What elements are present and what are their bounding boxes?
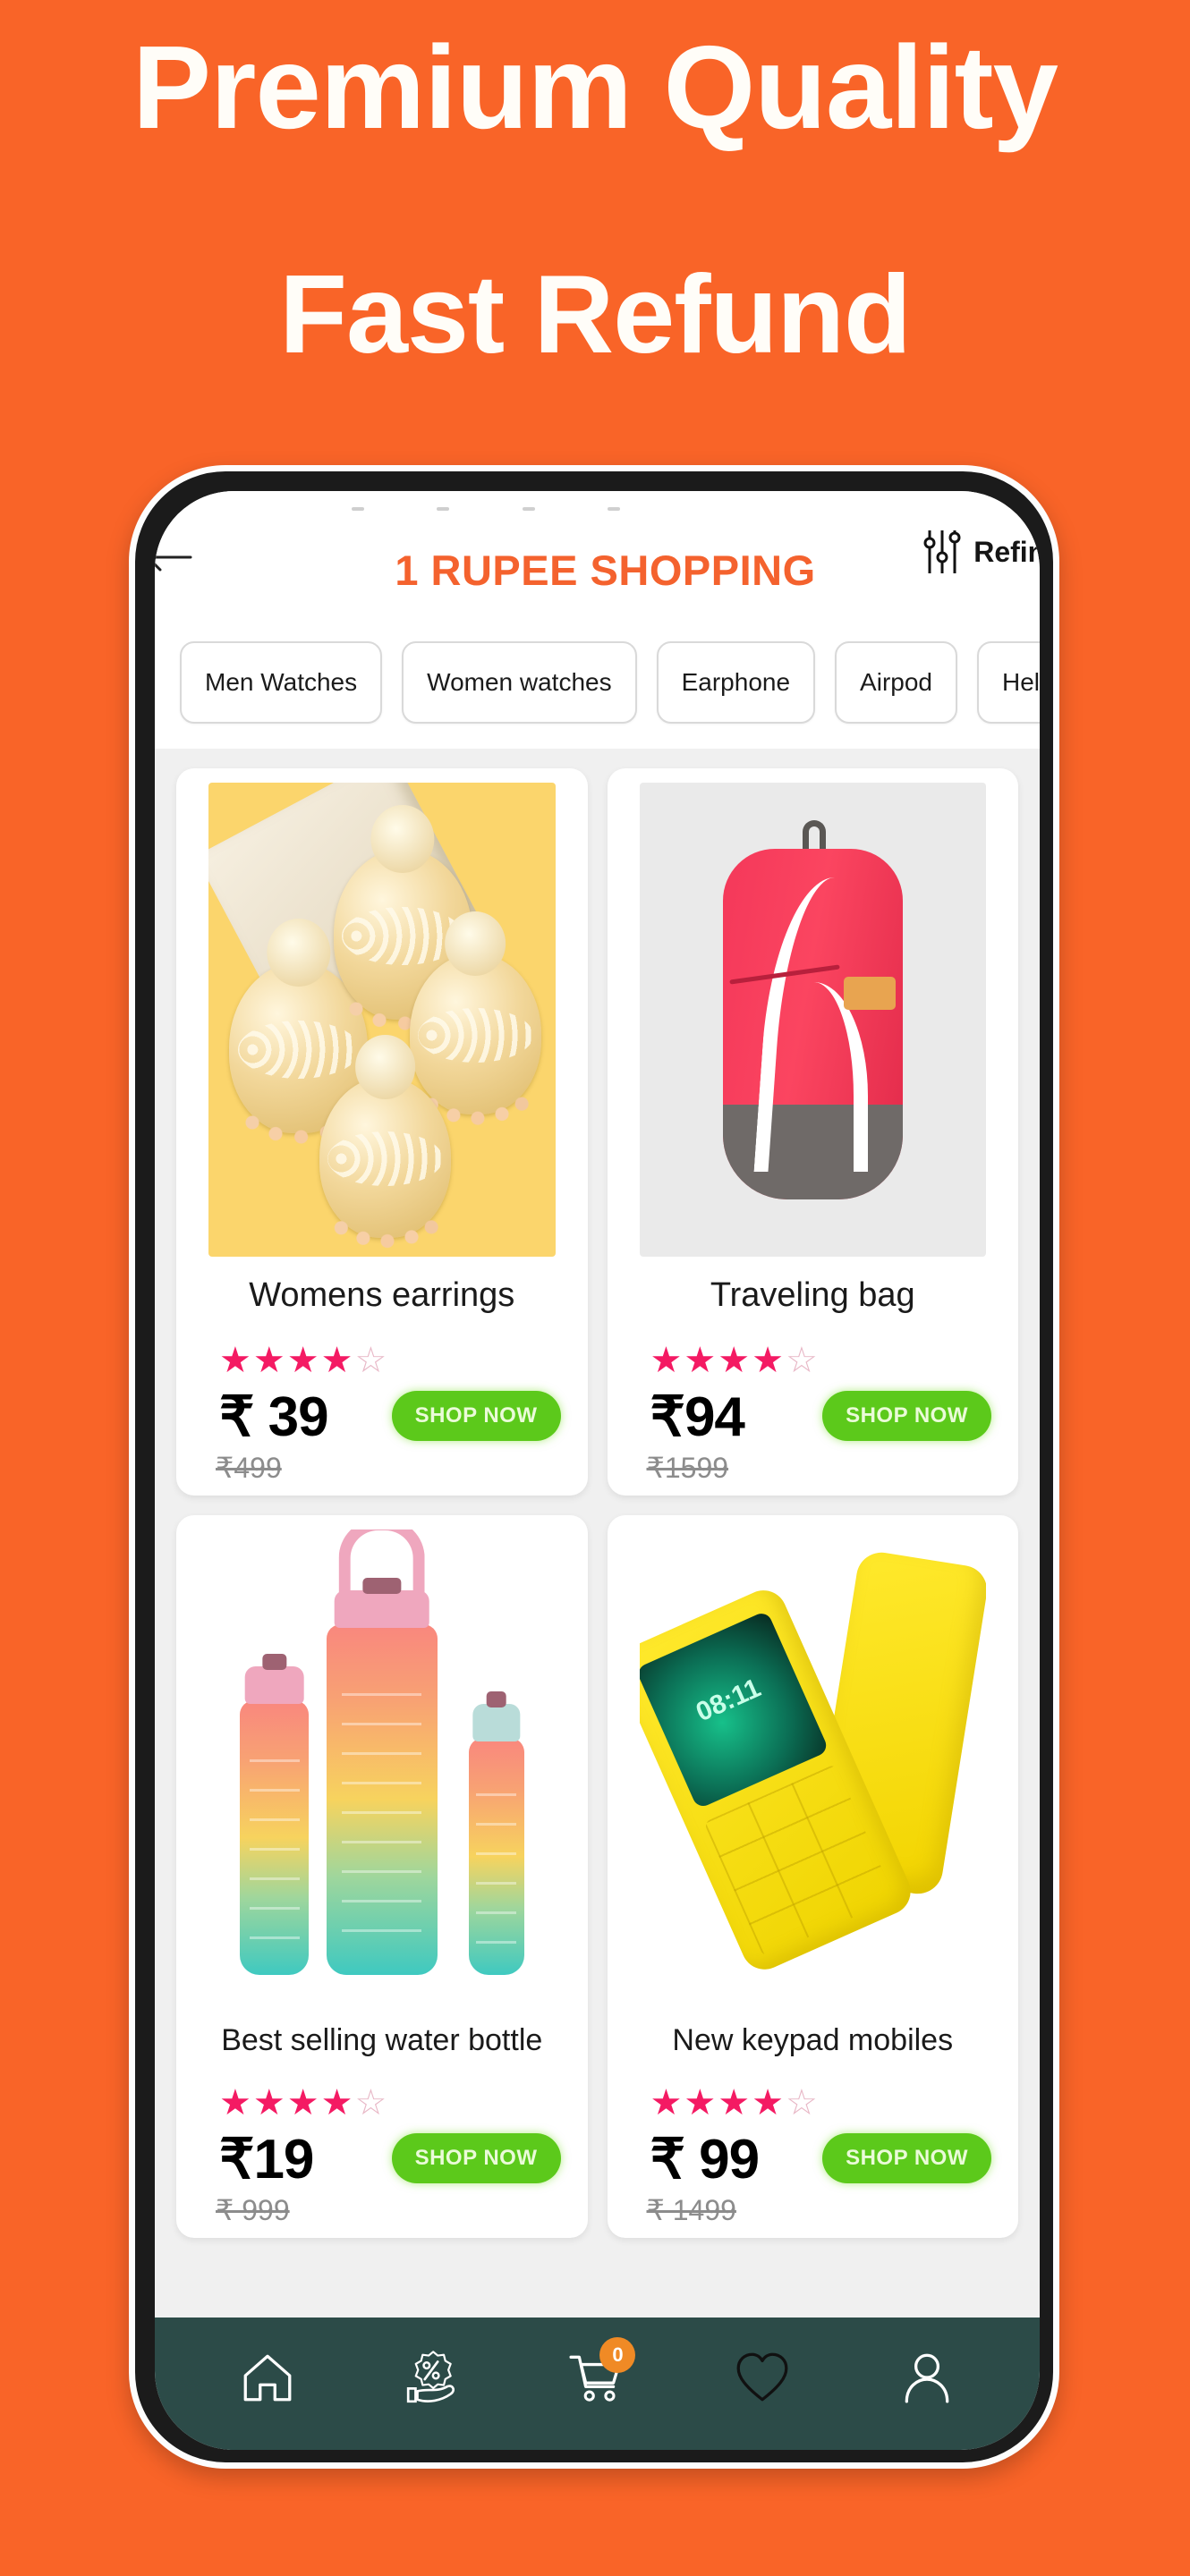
nav-item-home[interactable] (229, 2339, 306, 2416)
cart-badge-count: 0 (599, 2337, 636, 2373)
status-dot (522, 507, 535, 511)
nav-item-cart[interactable]: 0 (558, 2337, 636, 2416)
product-price: ₹ 39 (219, 1385, 329, 1448)
shop-now-button[interactable]: SHOP NOW (822, 1391, 991, 1442)
star-filled: ★ (684, 2082, 717, 2123)
sliders-icon (923, 530, 961, 573)
star-filled: ★ (650, 1340, 683, 1380)
star-filled: ★ (684, 1340, 717, 1380)
shop-now-button[interactable]: SHOP NOW (391, 1391, 561, 1442)
star-empty: ☆ (785, 1340, 818, 1380)
product-title: Womens earrings (249, 1276, 515, 1314)
product-card-womens-earrings[interactable]: Womens earrings ★ ★ ★ ★ ☆ ₹ 39 SHOP NOW … (176, 768, 588, 1496)
nav-item-wishlist[interactable] (724, 2339, 801, 2416)
shop-now-button[interactable]: SHOP NOW (822, 2133, 991, 2184)
star-filled: ★ (650, 2082, 683, 2123)
product-mrp: ₹1599 (646, 1451, 729, 1484)
product-card-water-bottle[interactable]: Best selling water bottle ★ ★ ★ ★ ☆ ₹19 … (176, 1514, 588, 2238)
shop-now-button[interactable]: SHOP NOW (391, 2133, 561, 2184)
bottle-cap (334, 1589, 430, 1628)
rating-stars: ★ ★ ★ ★ ☆ (189, 1343, 575, 1378)
category-chip-helmets[interactable]: Helmets (976, 641, 1040, 724)
product-price: ₹19 (219, 2128, 314, 2190)
earring-shape (409, 953, 541, 1134)
status-bar-indicators (352, 507, 620, 511)
rating-stars: ★ ★ ★ ★ ☆ (189, 2085, 575, 2121)
status-dot (437, 507, 450, 511)
phone-screen: 1 RUPEE SHOPPING Refine Men Watches Wome… (155, 491, 1040, 2450)
product-card-traveling-bag[interactable]: Traveling bag ★ ★ ★ ★ ☆ ₹94 SHOP NOW ₹15… (607, 768, 1018, 1496)
product-title: Traveling bag (710, 1276, 915, 1314)
bottle-shape-small (239, 1665, 310, 1975)
price-row: ₹19 SHOP NOW (189, 2126, 575, 2191)
star-filled: ★ (252, 1340, 285, 1380)
promo-heading-line-1: Premium Quality (132, 21, 1058, 153)
status-bar (155, 491, 1040, 523)
category-chip-men-watches[interactable]: Men Watches (180, 641, 383, 724)
product-mrp: ₹ 999 (216, 2193, 290, 2226)
home-icon (243, 2354, 292, 2402)
bottle-cap (244, 1665, 304, 1704)
product-image-water-bottle (208, 1529, 556, 2004)
product-title: New keypad mobiles (672, 2022, 954, 2057)
star-filled: ★ (219, 2082, 251, 2123)
status-dot (607, 507, 620, 511)
star-empty: ☆ (354, 2082, 387, 2123)
star-filled: ★ (752, 2082, 784, 2123)
nav-item-offers[interactable] (394, 2339, 471, 2416)
star-filled: ★ (320, 2082, 353, 2123)
bag-label-tag (844, 977, 897, 1011)
star-filled: ★ (718, 1340, 751, 1380)
bottom-navigation-bar: 0 (155, 2318, 1040, 2450)
app-title: 1 RUPEE SHOPPING (395, 546, 816, 594)
refine-button[interactable]: Refine (922, 529, 1040, 575)
bottle-markings (342, 1665, 422, 1954)
price-row: ₹94 SHOP NOW (620, 1384, 1007, 1449)
heart-icon (736, 2352, 788, 2402)
star-filled: ★ (286, 1340, 319, 1380)
star-filled: ★ (219, 1340, 251, 1380)
status-dot (352, 507, 364, 511)
bottle-cap (472, 1703, 521, 1741)
product-price: ₹94 (650, 1385, 745, 1448)
phone-clock-time: 08:11 (692, 1674, 766, 1728)
product-image-keypad-mobile: 08:11 (639, 1529, 986, 2004)
bottle-shape-slim (468, 1703, 524, 1975)
app-bar: 1 RUPEE SHOPPING Refine (155, 523, 1040, 616)
product-mrp: ₹ 1499 (646, 2193, 736, 2226)
category-chip-airpod[interactable]: Airpod (835, 641, 957, 724)
offers-percent-hand-icon (407, 2351, 455, 2403)
star-filled: ★ (718, 2082, 751, 2123)
star-filled: ★ (252, 2082, 285, 2123)
product-image-womens-earrings (208, 783, 556, 1257)
earring-shape (319, 1076, 452, 1257)
nav-item-profile[interactable] (888, 2339, 965, 2416)
product-grid: Womens earrings ★ ★ ★ ★ ☆ ₹ 39 SHOP NOW … (155, 749, 1040, 2318)
promo-heading-line-2: Fast Refund (279, 253, 911, 377)
bottle-shape-large (326, 1529, 438, 1975)
refine-label: Refine (973, 535, 1040, 568)
rating-stars: ★ ★ ★ ★ ☆ (620, 1343, 1007, 1378)
phone-device-frame: 1 RUPEE SHOPPING Refine Men Watches Wome… (129, 465, 1059, 2469)
product-card-keypad-mobile[interactable]: 08:11 New keypad mobiles ★ ★ ★ ★ ☆ ₹ 99 … (607, 1514, 1018, 2238)
star-filled: ★ (320, 1340, 353, 1380)
category-chip-earphone[interactable]: Earphone (656, 641, 816, 724)
bottle-markings (249, 1733, 300, 1959)
price-row: ₹ 99 SHOP NOW (620, 2126, 1007, 2191)
price-row: ₹ 39 SHOP NOW (189, 1384, 575, 1449)
star-empty: ☆ (354, 1340, 387, 1380)
star-empty: ☆ (785, 2082, 818, 2123)
rating-stars: ★ ★ ★ ★ ☆ (620, 2085, 1007, 2121)
product-image-traveling-bag (639, 783, 986, 1257)
product-mrp: ₹499 (216, 1451, 282, 1484)
category-chip-row[interactable]: Men Watches Women watches Earphone Airpo… (155, 616, 1040, 749)
product-price: ₹ 99 (650, 2128, 761, 2190)
category-chip-women-watches[interactable]: Women watches (402, 641, 637, 724)
star-filled: ★ (286, 2082, 319, 2123)
product-title: Best selling water bottle (221, 2022, 543, 2057)
bottle-markings (476, 1766, 516, 1961)
profile-icon (905, 2353, 949, 2403)
star-filled: ★ (752, 1340, 784, 1380)
